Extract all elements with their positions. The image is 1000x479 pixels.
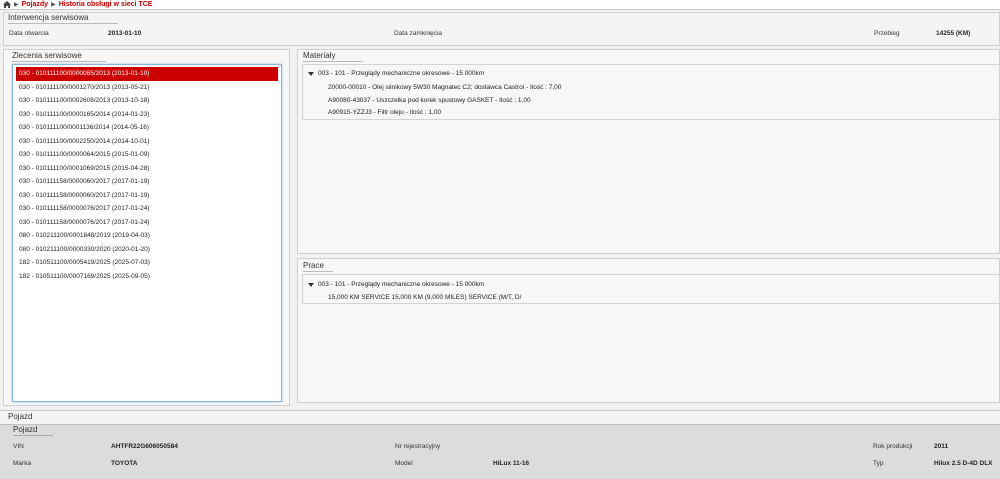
mileage-value: 14255 (KM) xyxy=(936,30,971,37)
production-year-value: 2011 xyxy=(934,443,949,450)
service-order-item[interactable]: 030 - 010111158/0000060/2017 (2017-01-19… xyxy=(16,189,278,203)
materials-group[interactable]: 003 - 101 - Przeglądy mechaniczne okreso… xyxy=(308,70,484,77)
service-order-item[interactable]: 080 - 010211100/0000330/2020 (2020-01-20… xyxy=(16,243,278,257)
type-label: Typ xyxy=(873,460,884,467)
vin-value: AHTFR22G606050584 xyxy=(111,443,178,450)
service-order-item[interactable]: 030 - 010111100/0002250/2014 (2014-10-01… xyxy=(16,135,278,149)
breadcrumb: ▶ Pojazdy ▶ Historia obsługi w sieci TCE xyxy=(0,0,1000,10)
model-label: Model xyxy=(395,460,413,467)
material-item: 20000-00010 - Olej silnikowy 5W30 Magnat… xyxy=(328,84,562,91)
intervention-panel xyxy=(3,12,1000,46)
vehicle-outer-title: Pojazd xyxy=(8,412,33,421)
vin-label: VIN xyxy=(13,443,24,450)
collapse-triangle-icon[interactable] xyxy=(308,71,314,76)
service-order-item[interactable]: 030 - 010111100/0000165/2014 (2014-01-23… xyxy=(16,108,278,122)
chevron-right-icon: ▶ xyxy=(14,2,19,8)
type-value: Hilux 2.5 D-4D DLX xyxy=(934,460,993,467)
service-order-item[interactable]: 030 - 010111100/0000085/2013 (2013-01-10… xyxy=(16,67,278,81)
service-order-item[interactable]: 030 - 010111100/0001136/2014 (2014-05-16… xyxy=(16,121,278,135)
close-date-label: Data zamknięcia xyxy=(394,30,443,37)
production-year-label: Rok produkcji xyxy=(873,443,913,450)
registration-label: Nr rejestracyjny xyxy=(395,443,441,450)
service-order-item[interactable]: 182 - 010511100/0005419/2025 (2025-07-03… xyxy=(16,256,278,270)
work-item: 15,000 KM SERVICE 15,000 KM (9,000 MILES… xyxy=(328,294,522,301)
divider xyxy=(8,23,118,24)
intervention-title: Interwencja serwisowa xyxy=(8,13,89,22)
material-item: A90080-43037 - Uszczelka pod korek spust… xyxy=(328,97,531,104)
open-date-value: 2013-01-10 xyxy=(108,30,142,37)
divider xyxy=(12,61,106,62)
divider xyxy=(13,435,53,436)
vehicle-outer-header xyxy=(0,410,1000,425)
breadcrumb-item-vehicles[interactable]: Pojazdy xyxy=(22,1,48,8)
vehicle-panel xyxy=(0,424,1000,479)
service-order-item[interactable]: 030 - 010111100/0000064/2015 (2015-01-09… xyxy=(16,148,278,162)
open-date-label: Data otwarcia xyxy=(9,30,49,37)
vehicle-title: Pojazd xyxy=(13,425,38,434)
make-label: Marka xyxy=(13,460,32,467)
service-order-item[interactable]: 030 - 010111158/0000076/2017 (2017-01-24… xyxy=(16,202,278,216)
works-title: Prace xyxy=(303,261,324,270)
service-order-item[interactable]: 030 - 010111100/0001270/2013 (2013-05-21… xyxy=(16,81,278,95)
service-order-item[interactable]: 030 - 010111100/0002608/2013 (2013-10-18… xyxy=(16,94,278,108)
service-order-item[interactable]: 030 - 010111158/0000076/2017 (2017-01-24… xyxy=(16,216,278,230)
make-value: TOYOTA xyxy=(111,460,138,467)
divider xyxy=(303,61,363,62)
service-order-item[interactable]: 030 - 010111158/0000060/2017 (2017-01-19… xyxy=(16,175,278,189)
divider xyxy=(303,271,333,272)
service-orders-list[interactable]: 030 - 010111100/0000085/2013 (2013-01-10… xyxy=(12,64,282,402)
materials-title: Materiały xyxy=(303,51,336,60)
material-item: A90915-YZZJ3 - Filtr oleju - Ilość : 1,0… xyxy=(328,109,442,116)
service-order-item[interactable]: 030 - 010111100/0001069/2015 (2015-04-28… xyxy=(16,162,278,176)
breadcrumb-item-service-history[interactable]: Historia obsługi w sieci TCE xyxy=(59,1,153,8)
service-order-item[interactable]: 182 - 010511100/0007169/2025 (2025-09-05… xyxy=(16,270,278,284)
chevron-right-icon: ▶ xyxy=(51,2,56,8)
materials-group-label: 003 - 101 - Przeglądy mechaniczne okreso… xyxy=(318,70,485,77)
works-group-label: 003 - 101 - Przeglądy mechaniczne okreso… xyxy=(318,281,485,288)
works-group[interactable]: 003 - 101 - Przeglądy mechaniczne okreso… xyxy=(308,281,484,288)
model-value: HiLux 11-16 xyxy=(493,460,530,467)
service-order-item[interactable]: 080 - 010211100/0001848/2019 (2019-04-03… xyxy=(16,229,278,243)
home-icon[interactable] xyxy=(3,1,11,8)
service-orders-title: Zlecenia serwisowe xyxy=(12,51,82,60)
mileage-label: Przebieg xyxy=(874,30,900,37)
collapse-triangle-icon[interactable] xyxy=(308,282,314,287)
